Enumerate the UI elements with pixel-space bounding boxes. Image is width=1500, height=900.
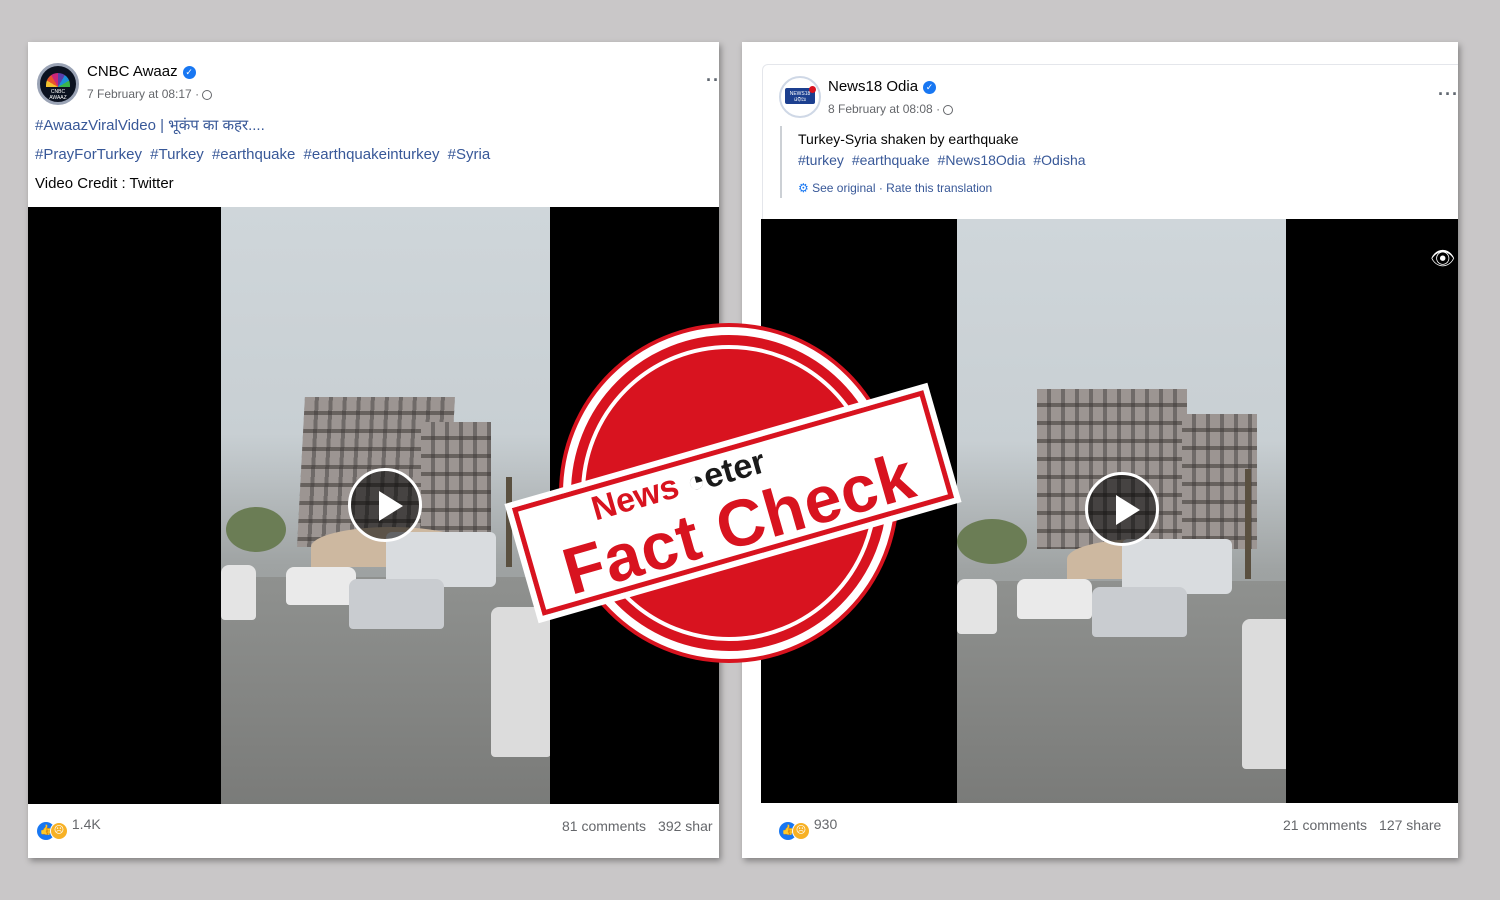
translation-controls: ⚙ See original · Rate this translation [798, 181, 993, 195]
shares-count-link[interactable]: 392 shar [658, 818, 712, 834]
verified-badge-icon: ✓ [182, 66, 196, 79]
comments-count-link[interactable]: 21 comments [1283, 817, 1367, 833]
hashtag-link[interactable]: #News18Odia [938, 152, 1026, 168]
hashtag-link[interactable]: #turkey [798, 152, 844, 168]
verified-badge-icon: ✓ [923, 81, 937, 94]
reaction-count: 930 [813, 816, 838, 832]
globe-icon [943, 105, 954, 115]
globe-icon [202, 90, 213, 100]
live-dot-icon [809, 86, 816, 93]
sad-reaction-icon: ☹ [50, 822, 68, 840]
timestamp-text: 8 February at 08:08 · [828, 102, 941, 116]
car [1017, 579, 1092, 619]
settings-gear-icon[interactable]: ⚙ [798, 181, 809, 195]
page-name-link[interactable]: News18 Odia ✓ [828, 78, 937, 95]
hashtag-link[interactable]: #Turkey [150, 146, 204, 163]
pickup-truck [1242, 619, 1286, 769]
timestamp-text: 7 February at 08:17 · [87, 87, 200, 101]
reaction-count: 1.4K [71, 816, 101, 832]
shares-count-link[interactable]: 127 share [1379, 817, 1441, 833]
tree [957, 519, 1027, 564]
building-side [421, 422, 491, 547]
translation-quote-bar [780, 126, 782, 198]
cnbc-peacock-icon [46, 73, 70, 87]
more-options-button[interactable]: ··· [706, 70, 719, 91]
play-icon[interactable] [348, 468, 422, 542]
hashtag-link[interactable]: #earthquakeinturkey [304, 146, 440, 163]
page-avatar[interactable]: NEWS18 ଓଡ଼ିଆ [779, 76, 821, 118]
engagement-stats: 81 comments 392 shar [550, 818, 713, 834]
post-text-line1: #AwaazViralVideo | भूकंप का कहर.... [35, 117, 265, 134]
hashtag-link[interactable]: #earthquake [212, 146, 295, 163]
page-name-text: News18 Odia [828, 78, 919, 95]
post-timestamp[interactable]: 7 February at 08:17 · [87, 87, 213, 101]
hashtag-link[interactable]: #earthquake [852, 152, 930, 168]
hashtag-list: #turkey #earthquake #News18Odia #Odisha [798, 152, 1090, 168]
play-icon[interactable] [1085, 472, 1159, 546]
avatar-label: CNBC AWAAZ [49, 89, 67, 101]
comments-count-link[interactable]: 81 comments [562, 818, 646, 834]
page-name-text: CNBC Awaaz [87, 63, 178, 80]
tanker-truck [1122, 539, 1232, 594]
sad-reaction-icon: ☹ [792, 822, 810, 840]
page-name-link[interactable]: CNBC Awaaz ✓ [87, 63, 196, 80]
reaction-summary[interactable]: 👍 ☹ 1.4K [37, 816, 101, 840]
video-credit-text: Video Credit : Twitter [35, 175, 174, 192]
palm-tree [506, 477, 512, 567]
palm-tree [1245, 469, 1251, 579]
car [349, 579, 444, 629]
more-options-button[interactable]: ··· [1438, 84, 1458, 105]
car [286, 567, 356, 605]
car [1092, 587, 1187, 637]
hashtag-link[interactable]: #Syria [448, 146, 491, 163]
eye-icon[interactable]: 👁 [1430, 246, 1455, 271]
page-avatar[interactable]: CNBC AWAAZ [37, 63, 79, 105]
hashtag-list: #PrayForTurkey #Turkey #earthquake #eart… [35, 146, 494, 163]
hashtag-link[interactable]: #Odisha [1033, 152, 1085, 168]
reaction-summary[interactable]: 👍 ☹ 930 [779, 816, 837, 840]
post-timestamp[interactable]: 8 February at 08:08 · [828, 102, 954, 116]
rate-translation-link[interactable]: Rate this translation [886, 181, 992, 195]
engagement-stats: 21 comments 127 share [1271, 817, 1441, 833]
car [221, 565, 256, 620]
car [957, 579, 997, 634]
translated-caption: Turkey-Syria shaken by earthquake [798, 131, 1019, 147]
tree [226, 507, 286, 552]
hashtag-link[interactable]: #PrayForTurkey [35, 146, 142, 163]
see-original-link[interactable]: See original [812, 181, 875, 195]
fact-check-stamp: News ◔eter Fact Check [505, 325, 961, 665]
